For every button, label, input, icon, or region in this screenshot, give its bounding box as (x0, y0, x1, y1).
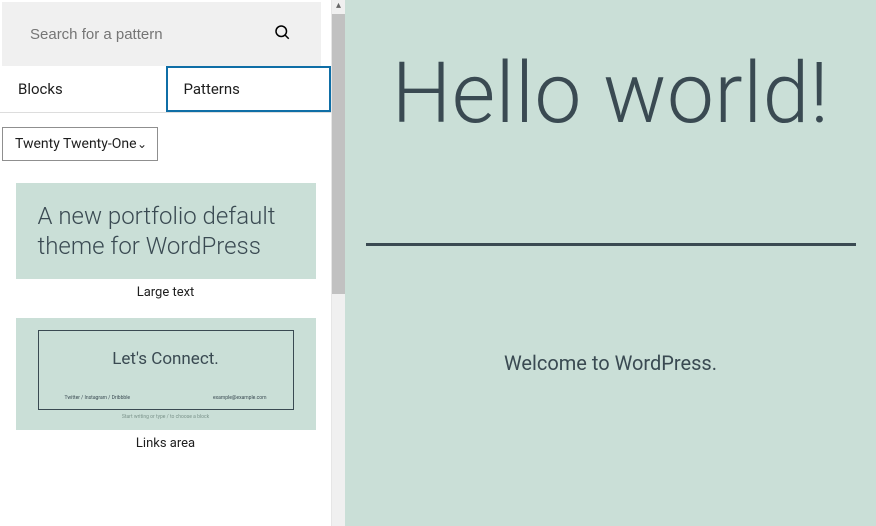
editor-canvas[interactable]: Hello world! Welcome to WordPress. (345, 0, 876, 526)
inserter-tabs: Blocks Patterns (0, 66, 331, 113)
pattern-thumb-title: Let's Connect. (112, 349, 219, 369)
tab-patterns-label: Patterns (184, 80, 240, 98)
pattern-thumb-footer: Start writing or type / to choose a bloc… (38, 414, 294, 420)
tab-patterns[interactable]: Patterns (166, 66, 332, 112)
pattern-caption: Large text (137, 279, 195, 306)
pattern-thumb-meta-left: Twitter / Instagram / Dribbble (65, 395, 131, 401)
theme-dropdown[interactable]: Twenty Twenty-One ⌄ (2, 127, 158, 161)
separator-block[interactable] (366, 243, 856, 246)
pattern-list: A new portfolio default theme for WordPr… (0, 161, 331, 457)
pattern-thumb-framed: Let's Connect. Twitter / Instagram / Dri… (38, 330, 294, 410)
pattern-card-links-area[interactable]: Let's Connect. Twitter / Instagram / Dri… (12, 318, 319, 457)
pattern-thumbnail: Let's Connect. Twitter / Instagram / Dri… (16, 318, 316, 430)
theme-dropdown-label: Twenty Twenty-One (15, 136, 137, 152)
scroll-track[interactable] (332, 14, 345, 526)
search-input[interactable] (30, 26, 273, 43)
pattern-thumbnail: A new portfolio default theme for WordPr… (16, 183, 316, 279)
pattern-caption: Links area (136, 430, 195, 457)
chevron-down-icon: ⌄ (137, 137, 147, 151)
post-title[interactable]: Hello world! (392, 50, 829, 138)
scroll-up-icon[interactable]: ▴ (332, 0, 345, 14)
pattern-search (2, 2, 321, 66)
scroll-thumb[interactable] (332, 14, 345, 294)
sidebar-scrollbar[interactable]: ▴ (331, 0, 345, 526)
tab-blocks[interactable]: Blocks (0, 66, 166, 112)
pattern-card-large-text[interactable]: A new portfolio default theme for WordPr… (12, 183, 319, 306)
inserter-sidebar: Blocks Patterns Twenty Twenty-One ⌄ A ne… (0, 0, 331, 526)
paragraph-block[interactable]: Welcome to WordPress. (504, 351, 717, 375)
search-icon[interactable] (273, 23, 291, 45)
pattern-thumb-meta: Twitter / Instagram / Dribbble example@e… (61, 395, 271, 401)
pattern-thumb-text: A new portfolio default theme for WordPr… (38, 201, 294, 261)
pattern-thumb-meta-right: example@example.com (213, 395, 266, 401)
tab-blocks-label: Blocks (18, 80, 63, 98)
